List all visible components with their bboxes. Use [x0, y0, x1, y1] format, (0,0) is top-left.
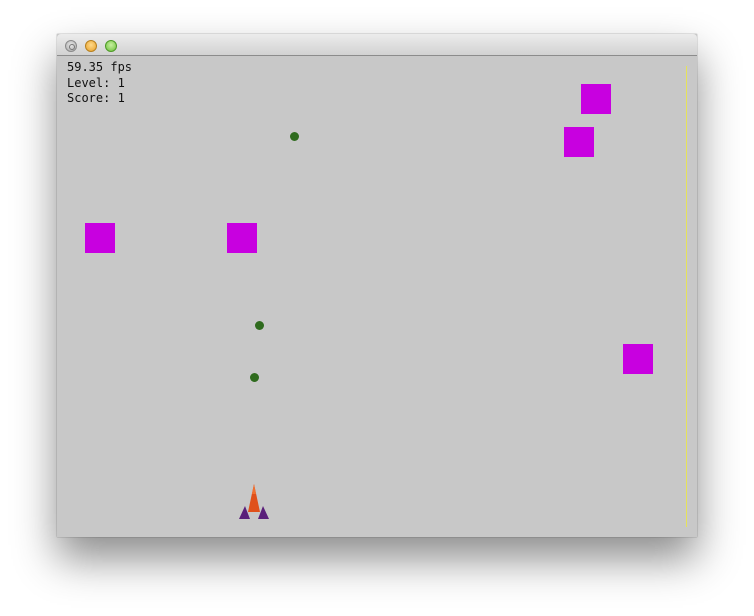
title-bar[interactable]: [57, 34, 697, 56]
enemy-block: [623, 344, 653, 374]
right-boundary-line: [686, 66, 687, 527]
enemy-block: [564, 127, 594, 157]
hud: 59.35 fps Level: 1 Score: 1: [67, 60, 132, 107]
enemy-block: [227, 223, 257, 253]
score-indicator: Score: 1: [67, 91, 125, 105]
ship-right-wing: [258, 506, 269, 519]
bullet: [250, 373, 259, 382]
maximize-icon[interactable]: [105, 40, 117, 52]
level-indicator: Level: 1: [67, 75, 125, 90]
ship-nose-highlight: [252, 484, 256, 494]
enemy-block: [581, 84, 611, 114]
bullet: [290, 132, 299, 141]
game-window: 59.35 fps Level: 1 Score: 1: [57, 34, 697, 537]
fps-counter: 59.35 fps: [67, 60, 133, 74]
close-icon[interactable]: [65, 40, 77, 52]
ship-left-wing: [239, 506, 250, 519]
bullet: [255, 321, 264, 330]
enemy-block: [85, 223, 115, 253]
player-ship-icon: [239, 484, 269, 519]
game-canvas[interactable]: 59.35 fps Level: 1 Score: 1: [57, 56, 697, 537]
minimize-icon[interactable]: [85, 40, 97, 52]
